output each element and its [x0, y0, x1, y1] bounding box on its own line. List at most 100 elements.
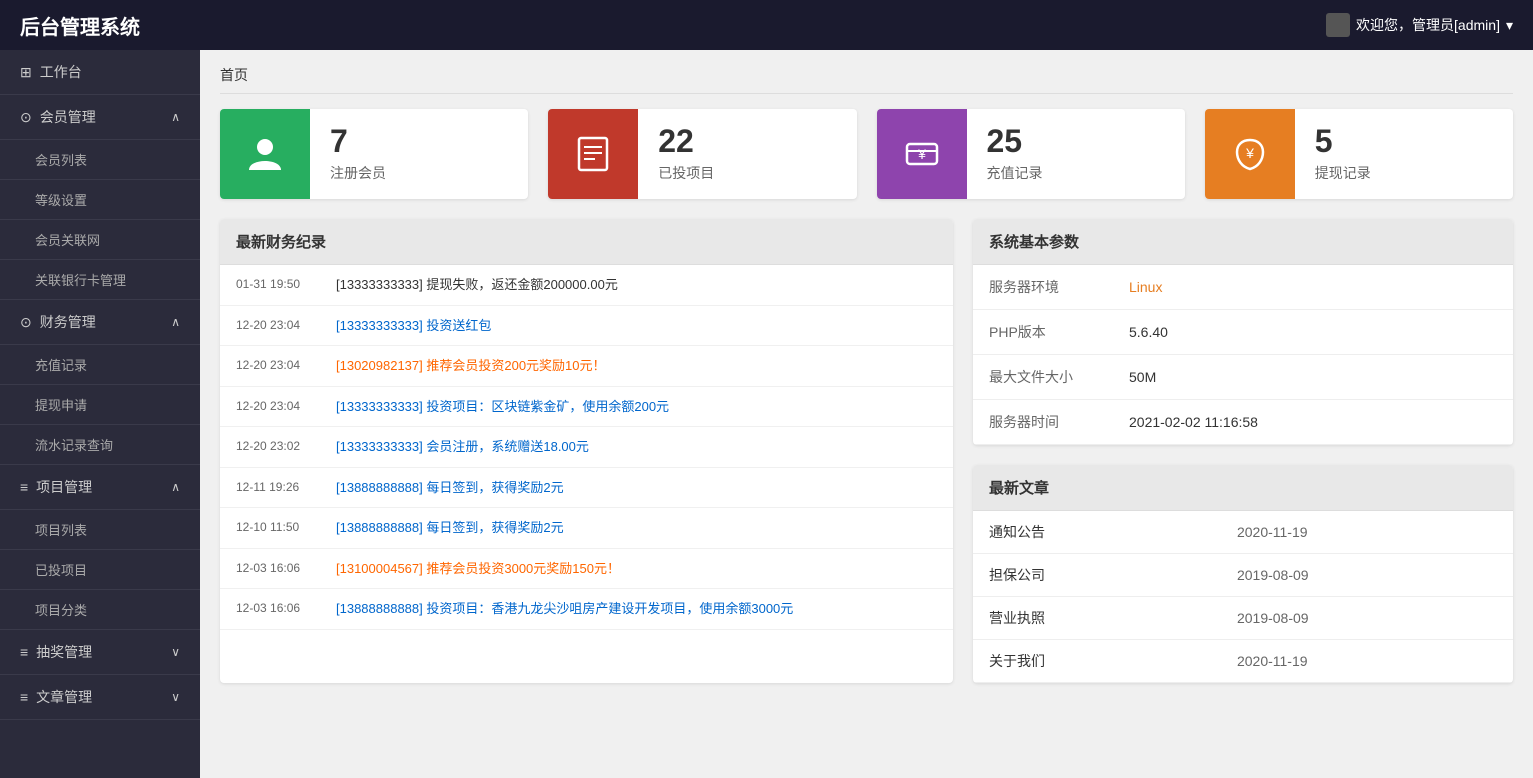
- finance-record-item: 12-20 23:04[13020982137] 推荐会员投资200元奖励10元…: [220, 346, 953, 387]
- stat-label-withdraw: 提现记录: [1315, 163, 1493, 183]
- finance-record-time: 12-20 23:04: [236, 397, 336, 415]
- finance-record-item: 12-20 23:04[13333333333] 投资项目：区块链紫金矿，使用余…: [220, 387, 953, 428]
- system-panel: 系统基本参数 服务器环境LinuxPHP版本5.6.40最大文件大小50M服务器…: [973, 219, 1513, 445]
- article-icon: ≡: [20, 689, 28, 705]
- article-date: 2019-08-09: [1221, 597, 1513, 640]
- article-title: 通知公告: [973, 511, 1221, 554]
- finance-record-time: 12-03 16:06: [236, 559, 336, 577]
- finance-record-item: 12-20 23:02[13333333333] 会员注册，系统赠送18.00元: [220, 427, 953, 468]
- svg-text:¥: ¥: [917, 146, 926, 162]
- sys-param-value: 5.6.40: [1113, 310, 1513, 355]
- sys-param-value: 2021-02-02 11:16:58: [1113, 400, 1513, 445]
- sys-param-value: 50M: [1113, 355, 1513, 400]
- article-row: 关于我们2020-11-19: [973, 640, 1513, 683]
- finance-chevron-icon: ∧: [171, 315, 180, 329]
- article-title: 营业执照: [973, 597, 1221, 640]
- sidebar-item-member[interactable]: ⊙ 会员管理 ∧: [0, 95, 200, 140]
- sys-param-row: 服务器环境Linux: [973, 265, 1513, 310]
- workbench-label: 工作台: [40, 62, 82, 82]
- finance-record-text: [13333333333] 会员注册，系统赠送18.00元: [336, 437, 937, 457]
- articles-panel-body: 通知公告2020-11-19担保公司2019-08-09营业执照2019-08-…: [973, 511, 1513, 683]
- finance-record-text: [13020982137] 推荐会员投资200元奖励10元！: [336, 356, 937, 376]
- article-row: 通知公告2020-11-19: [973, 511, 1513, 554]
- stats-row: 7 注册会员 22 已投项目: [220, 109, 1513, 199]
- sidebar-item-article[interactable]: ≡ 文章管理 ∨: [0, 675, 200, 720]
- main-content: 首页 7 注册会员: [200, 50, 1533, 778]
- breadcrumb: 首页: [220, 65, 1513, 94]
- sidebar-item-project-list[interactable]: 项目列表: [0, 510, 200, 550]
- bottom-row: 最新财务纪录 01-31 19:50[13333333333] 提现失败，返还金…: [220, 219, 1513, 683]
- finance-record-text: [13888888888] 每日签到，获得奖励2元: [336, 478, 937, 498]
- finance-record-item: 12-20 23:04[13333333333] 投资送红包: [220, 306, 953, 347]
- svg-text:¥: ¥: [1245, 145, 1254, 161]
- grid-icon: ⊞: [20, 64, 32, 81]
- article-chevron-icon: ∨: [171, 690, 180, 704]
- stat-card-recharge: ¥ 25 充值记录: [877, 109, 1185, 199]
- stat-number-invested: 22: [658, 125, 836, 157]
- sidebar-item-project-category[interactable]: 项目分类: [0, 590, 200, 630]
- stat-card-members: 7 注册会员: [220, 109, 528, 199]
- system-panel-body: 服务器环境LinuxPHP版本5.6.40最大文件大小50M服务器时间2021-…: [973, 265, 1513, 445]
- system-panel-header: 系统基本参数: [973, 219, 1513, 265]
- finance-panel-header: 最新财务纪录: [220, 219, 953, 265]
- sys-param-key: 服务器时间: [973, 400, 1113, 445]
- finance-record-time: 12-10 11:50: [236, 518, 336, 536]
- stat-number-withdraw: 5: [1315, 125, 1493, 157]
- sidebar: ⊞ 工作台 ⊙ 会员管理 ∧ 会员列表 等级设置 会员关联网 关联银行卡管理 ⊙…: [0, 50, 200, 778]
- sidebar-item-level-setting[interactable]: 等级设置: [0, 180, 200, 220]
- finance-record-time: 12-20 23:02: [236, 437, 336, 455]
- article-date: 2020-11-19: [1221, 640, 1513, 683]
- finance-record-time: 12-03 16:06: [236, 599, 336, 617]
- finance-label: 财务管理: [40, 312, 96, 332]
- stat-card-withdraw: ¥ 5 提现记录: [1205, 109, 1513, 199]
- sidebar-item-flow-records[interactable]: 流水记录查询: [0, 425, 200, 465]
- sidebar-item-withdraw[interactable]: 提现申请: [0, 385, 200, 425]
- stat-icon-members: [220, 109, 310, 199]
- system-params-table: 服务器环境LinuxPHP版本5.6.40最大文件大小50M服务器时间2021-…: [973, 265, 1513, 445]
- finance-panel-body: 01-31 19:50[13333333333] 提现失败，返还金额200000…: [220, 265, 953, 630]
- sys-param-key: PHP版本: [973, 310, 1113, 355]
- sidebar-item-workbench[interactable]: ⊞ 工作台: [0, 50, 200, 95]
- lottery-chevron-icon: ∨: [171, 645, 180, 659]
- project-icon: ≡: [20, 479, 28, 495]
- finance-record-item: 12-10 11:50[13888888888] 每日签到，获得奖励2元: [220, 508, 953, 549]
- project-label: 项目管理: [36, 477, 92, 497]
- finance-record-item: 12-03 16:06[13888888888] 投资项目：香港九龙尖沙咀房产建…: [220, 589, 953, 630]
- stat-number-recharge: 25: [987, 125, 1165, 157]
- article-row: 营业执照2019-08-09: [973, 597, 1513, 640]
- sidebar-item-invested[interactable]: 已投项目: [0, 550, 200, 590]
- member-chevron-icon: ∧: [171, 110, 180, 124]
- finance-record-time: 01-31 19:50: [236, 275, 336, 293]
- sidebar-item-bank-card[interactable]: 关联银行卡管理: [0, 260, 200, 300]
- sidebar-item-recharge[interactable]: 充值记录: [0, 345, 200, 385]
- finance-record-text: [13333333333] 提现失败，返还金额200000.00元: [336, 275, 937, 295]
- sidebar-item-finance[interactable]: ⊙ 财务管理 ∧: [0, 300, 200, 345]
- project-chevron-icon: ∧: [171, 480, 180, 494]
- lottery-icon: ≡: [20, 644, 28, 660]
- article-title: 关于我们: [973, 640, 1221, 683]
- stat-icon-recharge: ¥: [877, 109, 967, 199]
- layout: ⊞ 工作台 ⊙ 会员管理 ∧ 会员列表 等级设置 会员关联网 关联银行卡管理 ⊙…: [0, 50, 1533, 778]
- stat-icon-invested: [548, 109, 638, 199]
- user-greeting: 欢迎您，管理员[admin]: [1356, 15, 1500, 35]
- finance-record-time: 12-20 23:04: [236, 316, 336, 334]
- sys-param-row: 服务器时间2021-02-02 11:16:58: [973, 400, 1513, 445]
- sidebar-item-project[interactable]: ≡ 项目管理 ∧: [0, 465, 200, 510]
- sidebar-item-member-list[interactable]: 会员列表: [0, 140, 200, 180]
- stat-label-members: 注册会员: [330, 163, 508, 183]
- user-dropdown-icon[interactable]: ▾: [1506, 17, 1513, 34]
- article-row: 担保公司2019-08-09: [973, 554, 1513, 597]
- finance-record-text: [13888888888] 投资项目：香港九龙尖沙咀房产建设开发项目，使用余额3…: [336, 599, 937, 619]
- header: 后台管理系统 欢迎您，管理员[admin] ▾: [0, 0, 1533, 50]
- finance-record-text: [13100004567] 推荐会员投资3000元奖励150元！: [336, 559, 937, 579]
- finance-record-text: [13333333333] 投资项目：区块链紫金矿，使用余额200元: [336, 397, 937, 417]
- header-user[interactable]: 欢迎您，管理员[admin] ▾: [1326, 13, 1513, 37]
- sidebar-item-member-network[interactable]: 会员关联网: [0, 220, 200, 260]
- finance-record-text: [13333333333] 投资送红包: [336, 316, 937, 336]
- article-title: 担保公司: [973, 554, 1221, 597]
- sidebar-item-lottery[interactable]: ≡ 抽奖管理 ∨: [0, 630, 200, 675]
- finance-record-item: 12-03 16:06[13100004567] 推荐会员投资3000元奖励15…: [220, 549, 953, 590]
- sys-param-key: 最大文件大小: [973, 355, 1113, 400]
- right-column: 系统基本参数 服务器环境LinuxPHP版本5.6.40最大文件大小50M服务器…: [973, 219, 1513, 683]
- sys-param-row: 最大文件大小50M: [973, 355, 1513, 400]
